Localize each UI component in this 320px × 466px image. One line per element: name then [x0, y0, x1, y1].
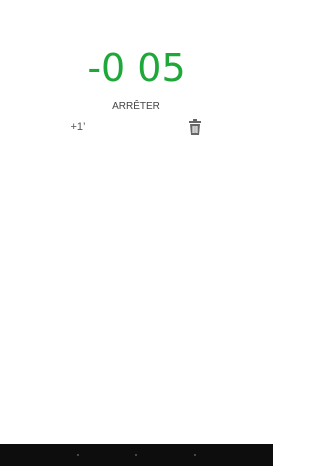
- trash-icon: [189, 119, 201, 135]
- timer-screen: -0 05 ARRÊTER +1’: [0, 0, 273, 466]
- back-icon[interactable]: [77, 454, 79, 456]
- system-navigation-bar: [0, 444, 273, 466]
- stop-button[interactable]: ARRÊTER: [96, 97, 176, 117]
- home-icon[interactable]: [135, 454, 137, 456]
- add-minute-button[interactable]: +1’: [62, 117, 94, 137]
- timer-display: -0 05: [87, 46, 186, 90]
- delete-button[interactable]: [185, 117, 205, 137]
- recent-apps-icon[interactable]: [194, 454, 196, 456]
